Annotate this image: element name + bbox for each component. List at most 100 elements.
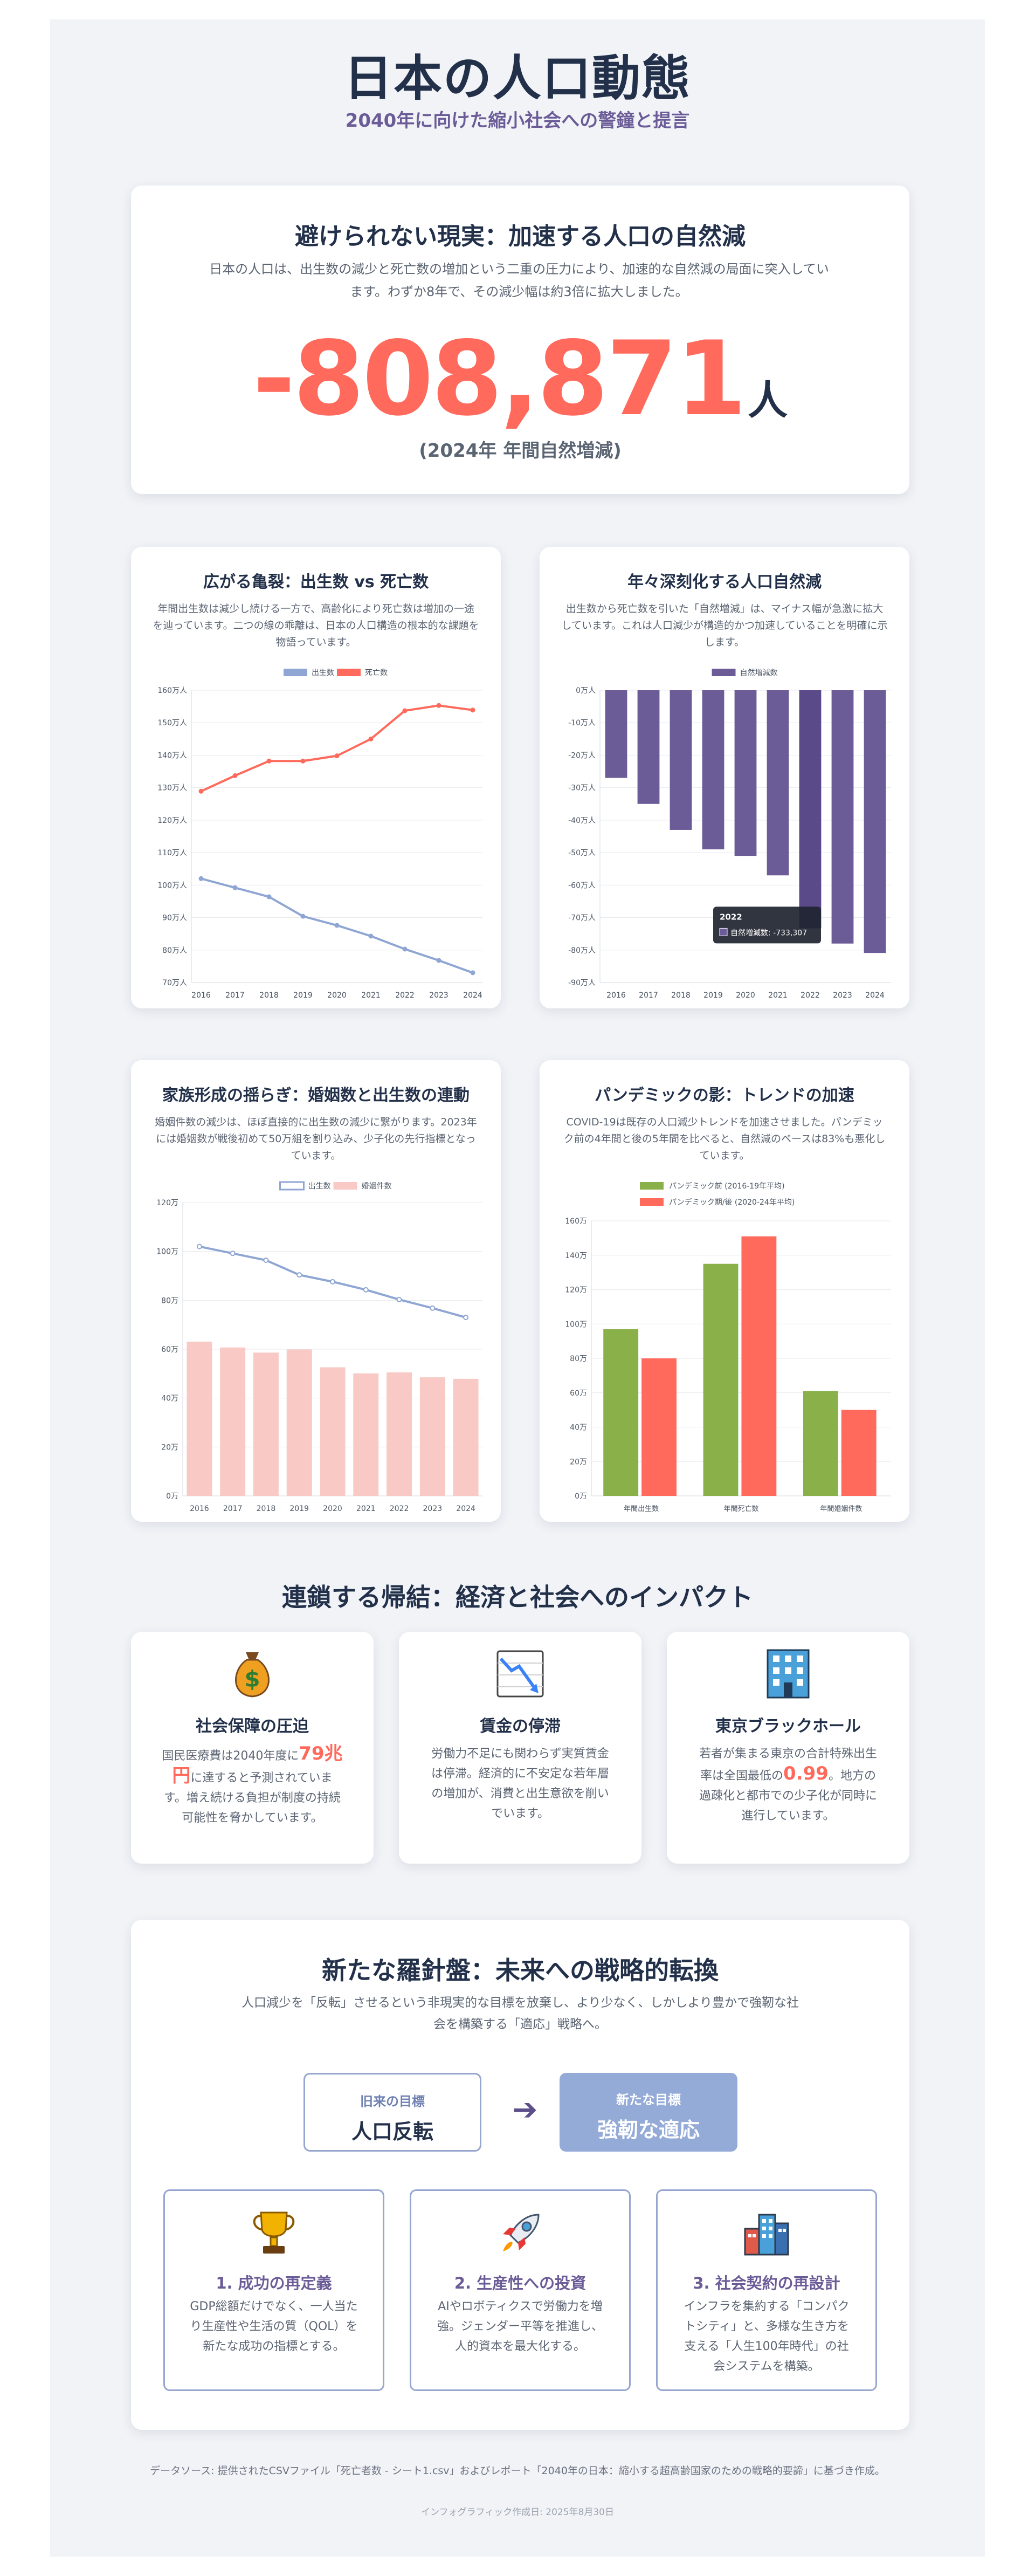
x-tick-label: 2022 [395,991,415,1000]
y-tick-label: 20万 [570,1458,587,1466]
impact-text: 国民医療費は2040年度に79兆円に達すると予測されています。増え続ける負担が制… [161,1744,343,1828]
y-tick-label: 20万 [161,1443,178,1452]
office-building-icon [761,1647,815,1701]
legend-swatch [337,669,361,676]
bar [353,1373,379,1496]
legend-label: パンデミック期/後 (2020-24年平均) [669,1198,795,1207]
bar [767,690,789,876]
data-point [263,1257,269,1263]
impact-text-after: に達すると予測されています。増え続ける負担が制度の持続可能性を脅かしています。 [164,1771,341,1825]
x-tick-label: 2019 [293,991,313,1000]
legend-label: 出生数 [312,669,334,677]
legend-swatch [640,1198,664,1206]
data-point [300,913,306,919]
chart-decreasing-icon [493,1647,547,1701]
legend-swatch [279,1181,305,1191]
x-tick-label: 2021 [361,991,381,1000]
y-tick-label: 60万 [570,1389,587,1398]
data-point [196,1244,202,1249]
legend-swatch [712,669,736,676]
hero-description: 日本の人口は、出生数の減少と死亡数の増加という二重の圧力により、加速的な自然減の… [209,262,829,299]
legend-label: 出生数 [308,1182,331,1191]
bar [453,1378,479,1496]
legend-swatch [333,1182,357,1190]
rocket-icon [494,2207,546,2259]
x-tick-label: 2021 [356,1505,376,1513]
impact-title: 東京ブラックホール [715,1717,861,1736]
y-tick-label: 80万人 [162,946,187,955]
x-tick-label: 2024 [463,991,482,1000]
y-tick-label: -70万人 [568,914,596,923]
pillar-text: GDP総額だけでなく、一人当たり生産性や生活の質（QOL）を新たな成功の指標とす… [190,2300,358,2353]
impact-card-wages: 賃金の停滞 労働力不足にも関わらず実質賃金は停滞。経済的に不安定な若年層の増加が… [399,1632,641,1864]
y-tick-label: 150万人 [157,719,187,727]
bar [803,1391,838,1496]
legend-swatch [640,1182,664,1190]
data-point [334,753,340,759]
bar [670,690,692,830]
x-tick-label: 2016 [191,991,211,1000]
data-point [334,923,340,928]
impact-highlight: 0.99 [783,1763,829,1784]
pillar-productivity: 2. 生産性への投資 AIやロボティクスで労働力を増強。ジェンダー平等を推進し、… [410,2189,631,2391]
y-tick-label: 120万 [565,1286,587,1295]
hero-unit: 人 [748,377,788,424]
x-tick-label: 2024 [456,1505,475,1513]
pandemic-chart-card: パンデミックの影：トレンドの加速 COVID-19は既存の人口減少トレンドを加速… [540,1060,909,1522]
births-deaths-line-chart: 出生数 死亡数 70万人 80万人 90万人 100万人 110万人 120万人 130万人 14… [157,669,482,1000]
x-tick-label: 2018 [257,1505,276,1513]
y-tick-label: 160万 [565,1217,587,1226]
impact-card-social-security: $ 社会保障の圧迫 国民医療費は2040年度に79兆円に達すると予測されています… [131,1632,374,1864]
y-tick-label: 130万人 [157,784,187,793]
y-tick-label: -40万人 [568,816,596,825]
y-tick-label: 60万 [161,1345,178,1354]
trophy-icon [248,2207,300,2259]
data-point [463,1315,469,1321]
pandemic-grouped-bar-chart: パンデミック前 (2016-19年平均) パンデミック期/後 (2020-24年平… [565,1181,891,1513]
old-goal-value: 人口反転 [351,2120,433,2144]
y-tick-label: 80万 [570,1355,587,1363]
bar [320,1367,346,1496]
x-tick-label: 2017 [225,991,245,1000]
impact-title: 賃金の停滞 [480,1717,561,1736]
data-point [470,970,475,976]
data-point [436,958,441,963]
x-tick-label: 2018 [259,991,279,1000]
y-tick-label: 100万 [565,1320,587,1329]
x-tick-label: 2017 [639,991,658,1000]
hero-title: 避けられない現実：加速する人口の自然減 [295,223,746,250]
y-tick-label: -20万人 [568,751,596,760]
bar [419,1377,445,1496]
bar [703,1263,739,1496]
x-tick-label: 2023 [833,991,852,1000]
impact-text: 若者が集まる東京の合計特殊出生率は全国最低の0.99。地方の過疎化と都市での少子… [697,1744,879,1826]
x-tick-label: 2017 [223,1505,243,1513]
x-tick-label: 年間婚姻件数 [820,1505,862,1513]
y-tick-label: 40万 [161,1395,178,1403]
bar [741,1236,777,1496]
marriages-births-combo-chart: 出生数 婚姻件数 0万 20万 40万 60万 80万 100万 120万 2016 2017 201… [156,1181,482,1513]
x-tick-label: 2016 [606,991,626,1000]
pillar-title: 3. 社会契約の再設計 [693,2274,840,2292]
x-tick-label: 2019 [289,1505,309,1513]
pillar-social-contract: 3. 社会契約の再設計 インフラを集約する「コンパクトシティ」と、多様な生き方を… [656,2189,877,2391]
y-tick-label: 0万 [575,1492,587,1501]
legend-swatch [284,669,307,676]
bar [387,1372,412,1496]
page-background: 日本の人口動態 2040年に向けた縮小社会への警鐘と提言 避けられない現実：加速… [50,19,985,2557]
x-tick-label: 年間出生数 [624,1505,659,1513]
impact-card-tokyo: 東京ブラックホール 若者が集まる東京の合計特殊出生率は全国最低の0.99。地方の… [667,1632,909,1864]
x-tick-label: 2020 [323,1505,342,1513]
x-tick-label: 年間死亡数 [723,1505,758,1513]
y-tick-label: 140万 [565,1252,587,1260]
hero-card: 避けられない現実：加速する人口の自然減 日本の人口は、出生数の減少と死亡数の増加… [131,186,909,494]
new-goal-box: 新たな目標 強靭な適応 [560,2073,737,2152]
y-tick-label: -60万人 [568,881,596,890]
y-tick-label: -30万人 [568,784,596,793]
data-point [230,1251,236,1256]
x-tick-label: 2020 [736,991,755,1000]
bar [864,690,886,953]
hero-figure: -808,871人 [131,319,909,438]
y-tick-label: 120万 [156,1199,178,1207]
pillar-title: 2. 生産性への投資 [454,2274,586,2292]
